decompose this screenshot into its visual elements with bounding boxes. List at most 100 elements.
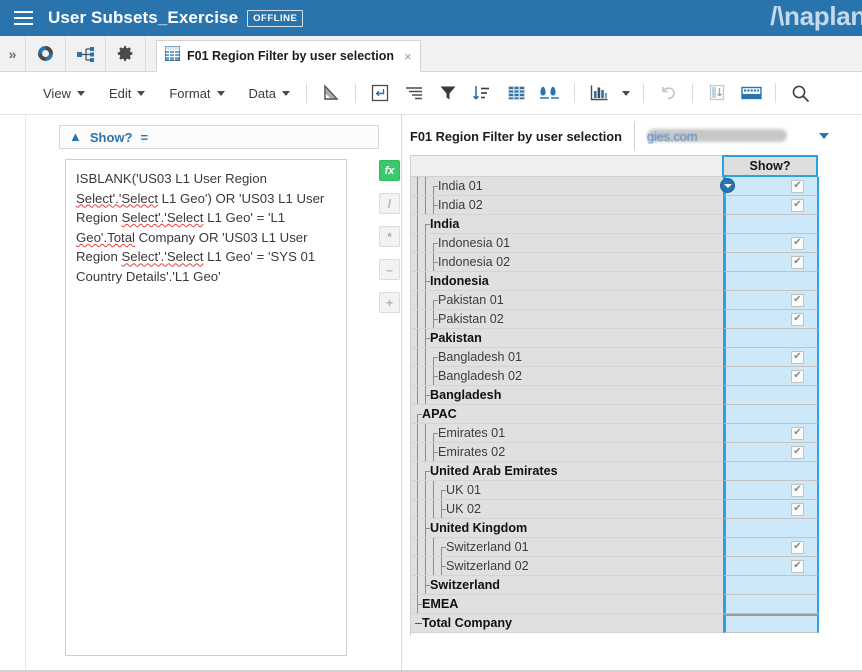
row-label-cell[interactable]: Emirates 02 [411,443,723,462]
table-row[interactable]: Bangladesh 01 ✔ [411,348,819,367]
row-label-cell[interactable]: Total Company [411,614,723,633]
row-label-cell[interactable]: United Arab Emirates [411,462,723,481]
show-checkbox-cell[interactable]: ✔ [723,234,819,253]
menu-data[interactable]: Data [240,82,299,105]
row-label-cell[interactable]: EMEA [411,595,723,614]
column-header-show[interactable]: Show? [722,155,818,177]
user-selector[interactable]: gies.com [646,128,829,144]
row-label-cell[interactable]: UK 01 [411,481,723,500]
table-row[interactable]: India 02 ✔ [411,196,819,215]
row-label-cell[interactable]: Indonesia 02 [411,253,723,272]
pivot-icon[interactable] [700,78,734,108]
table-row[interactable]: Indonesia [411,272,819,291]
select-cursor-icon[interactable] [314,78,348,108]
row-label-cell[interactable]: Switzerland 01 [411,538,723,557]
table-row[interactable]: Total Company [411,614,819,633]
dashboard-icon[interactable] [26,36,66,71]
table-row[interactable]: India [411,215,819,234]
table-row[interactable]: Indonesia 01 ✔ [411,234,819,253]
show-checkbox-cell[interactable]: ✔ [723,253,819,272]
show-checkbox-cell[interactable]: ✔ [723,481,819,500]
show-checkbox-cell[interactable] [723,405,819,424]
show-checkbox-cell[interactable]: ✔ [723,424,819,443]
keyboard-icon[interactable] [734,78,768,108]
row-label-cell[interactable]: Switzerland [411,576,723,595]
table-row[interactable]: Switzerland [411,576,819,595]
show-checkbox-cell[interactable]: ✔ [723,348,819,367]
row-label-cell[interactable]: Switzerland 02 [411,557,723,576]
row-label-cell[interactable]: Pakistan 01 [411,291,723,310]
chart-icon[interactable] [582,78,616,108]
row-label-cell[interactable]: Bangladesh [411,386,723,405]
show-checkbox-cell[interactable]: ✔ [723,557,819,576]
insert-line-break-icon[interactable] [363,78,397,108]
show-checkbox-cell[interactable]: ✔ [723,310,819,329]
table-row[interactable]: Bangladesh [411,386,819,405]
table-row[interactable]: Pakistan 02 ✔ [411,310,819,329]
table-row[interactable]: United Arab Emirates [411,462,819,481]
divide-button[interactable]: / [379,193,400,214]
table-row[interactable]: EMEA [411,595,819,614]
show-checkbox-cell[interactable]: ✔ [723,538,819,557]
line-item-show-bar[interactable]: ▲ Show? = [59,125,379,149]
checkbox-checked[interactable]: ✔ [791,179,804,193]
close-icon[interactable]: × [404,49,412,64]
undo-icon[interactable] [651,78,685,108]
show-checkbox-cell[interactable] [723,462,819,481]
row-label-cell[interactable]: APAC [411,405,723,424]
row-label-cell[interactable]: Bangladesh 01 [411,348,723,367]
sort-icon[interactable] [465,78,499,108]
show-checkbox-cell[interactable] [723,329,819,348]
table-row[interactable]: Switzerland 01 ✔ [411,538,819,557]
table-row[interactable]: Bangladesh 02 ✔ [411,367,819,386]
chevron-double-up-icon[interactable]: ▲ [69,130,82,143]
checkbox-checked[interactable]: ✔ [791,293,804,307]
table-row[interactable]: APAC [411,405,819,424]
hierarchy-icon[interactable] [66,36,106,71]
checkbox-checked[interactable]: ✔ [791,502,804,516]
fx-button[interactable]: fx [379,160,400,181]
collapse-toggle-icon[interactable] [720,178,735,193]
checkbox-checked[interactable]: ✔ [791,350,804,364]
hamburger-icon[interactable] [6,0,40,36]
show-checkbox-cell[interactable] [723,215,819,234]
menu-format[interactable]: Format [160,82,233,105]
table-row[interactable]: Switzerland 02 ✔ [411,557,819,576]
align-text-icon[interactable] [397,78,431,108]
show-checkbox-cell[interactable] [723,576,819,595]
show-checkbox-cell[interactable]: ✔ [723,196,819,215]
table-row[interactable]: Pakistan 01 ✔ [411,291,819,310]
filter-icon[interactable] [431,78,465,108]
show-checkbox-cell[interactable]: ✔ [723,177,819,196]
show-checkbox-cell[interactable]: ✔ [723,291,819,310]
tab-f01-region-filter[interactable]: F01 Region Filter by user selection × [156,40,421,72]
show-checkbox-cell[interactable] [723,386,819,405]
show-checkbox-cell[interactable]: ✔ [723,367,819,386]
row-label-cell[interactable]: India 02 [411,196,723,215]
table-row[interactable]: Pakistan [411,329,819,348]
menu-edit[interactable]: Edit [100,82,154,105]
show-checkbox-cell[interactable]: ✔ [723,443,819,462]
checkbox-checked[interactable]: ✔ [791,369,804,383]
menu-view[interactable]: View [34,82,94,105]
row-label-cell[interactable]: Indonesia 01 [411,234,723,253]
row-label-cell[interactable]: Bangladesh 02 [411,367,723,386]
checkbox-checked[interactable]: ✔ [791,445,804,459]
hide-icon[interactable] [533,78,567,108]
row-label-cell[interactable]: Emirates 01 [411,424,723,443]
row-label-cell[interactable]: Indonesia [411,272,723,291]
row-label-cell[interactable]: India 01 [411,177,723,196]
row-label-cell[interactable]: UK 02 [411,500,723,519]
checkbox-checked[interactable]: ✔ [791,483,804,497]
show-checkbox-cell[interactable] [723,595,819,614]
show-checkbox-cell[interactable]: ✔ [723,500,819,519]
checkbox-checked[interactable]: ✔ [791,559,804,573]
table-row[interactable]: India 01 ✔ [411,177,819,196]
multiply-button[interactable]: * [379,226,400,247]
gear-icon[interactable] [106,36,146,71]
checkbox-checked[interactable]: ✔ [791,312,804,326]
table-row[interactable]: UK 02 ✔ [411,500,819,519]
minus-button[interactable]: – [379,259,400,280]
checkbox-checked[interactable]: ✔ [791,236,804,250]
table-row[interactable]: Emirates 01 ✔ [411,424,819,443]
